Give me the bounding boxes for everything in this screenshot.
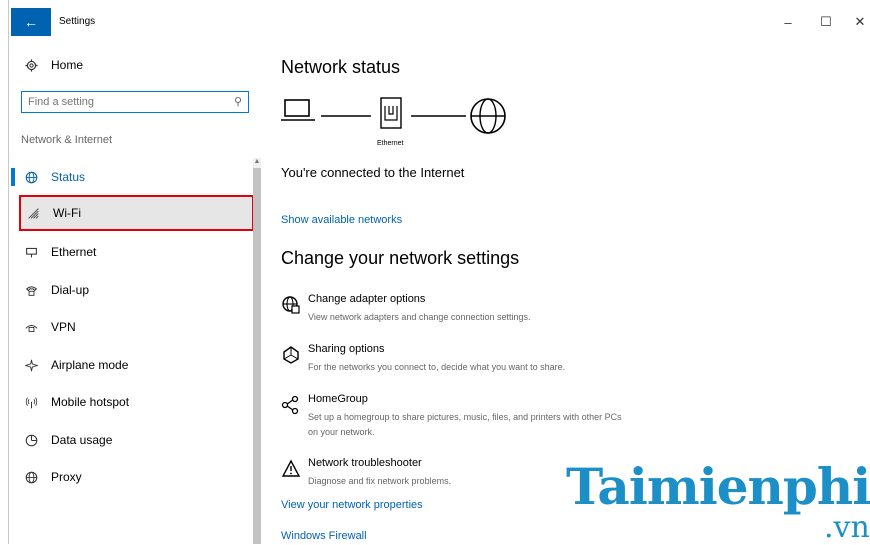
- section-label: Network & Internet: [21, 134, 113, 146]
- back-arrow-icon: ←: [24, 14, 38, 30]
- sidebar-item-label: Dial-up: [51, 283, 90, 297]
- ethernet-caption: Ethernet: [377, 140, 404, 147]
- ethernet-port-icon: [380, 97, 402, 129]
- sidebar-item-ethernet[interactable]: Ethernet: [19, 237, 254, 267]
- sidebar-item-label: Home: [51, 58, 84, 72]
- title-bar: ← Settings – ☐ ✕: [9, 0, 870, 44]
- windows-firewall-link[interactable]: Windows Firewall: [281, 530, 367, 542]
- option-title: Sharing options: [308, 343, 385, 355]
- sidebar-item-mobile-hotspot[interactable]: Mobile hotspot: [19, 387, 254, 417]
- network-status-heading: Network status: [281, 57, 401, 77]
- data-usage-icon: [23, 432, 39, 448]
- sidebar-item-airplane-mode[interactable]: Airplane mode: [19, 350, 254, 380]
- option-description: View network adapters and change connect…: [308, 312, 531, 322]
- watermark-suffix: .vn: [824, 510, 870, 545]
- sidebar-item-label: Proxy: [51, 470, 82, 484]
- sidebar-item-status[interactable]: Status: [19, 162, 254, 192]
- change-settings-heading: Change your network settings: [281, 248, 520, 268]
- sidebar-item-proxy[interactable]: Proxy: [19, 462, 254, 492]
- hotspot-icon: [23, 394, 39, 410]
- sharing-icon: [283, 346, 299, 364]
- search-box[interactable]: ⚲: [21, 91, 249, 113]
- sidebar-scrollbar[interactable]: ▲: [253, 158, 261, 544]
- sidebar-item-home[interactable]: Home: [19, 50, 254, 80]
- sidebar-item-wifi[interactable]: Wi-Fi: [19, 195, 254, 231]
- connection-status-text: You're connected to the Internet: [281, 165, 465, 180]
- vpn-icon: [23, 319, 39, 335]
- maximize-button[interactable]: ☐: [811, 10, 841, 34]
- ethernet-icon: [23, 244, 39, 260]
- dialup-icon: [23, 282, 39, 298]
- scroll-up-icon[interactable]: ▲: [253, 158, 261, 166]
- homegroup-icon: [281, 395, 299, 415]
- option-description: For the networks you connect to, decide …: [308, 362, 566, 372]
- show-available-networks-link[interactable]: Show available networks: [281, 214, 402, 226]
- warning-icon: [281, 459, 301, 477]
- active-indicator: [11, 168, 15, 186]
- minimize-button[interactable]: –: [773, 10, 803, 34]
- back-button[interactable]: ←: [11, 8, 51, 36]
- option-title: HomeGroup: [308, 393, 368, 405]
- window-title: Settings: [59, 16, 96, 27]
- sidebar-item-data-usage[interactable]: Data usage: [19, 425, 254, 455]
- sidebar-item-dialup[interactable]: Dial-up: [19, 275, 254, 305]
- status-globe-icon: [23, 169, 39, 185]
- sidebar-item-label: Airplane mode: [51, 358, 129, 372]
- sidebar-item-vpn[interactable]: VPN: [19, 312, 254, 342]
- gear-icon: [23, 57, 39, 73]
- view-network-properties-link[interactable]: View your network properties: [281, 499, 423, 511]
- network-diagram: [281, 97, 506, 134]
- search-input[interactable]: [22, 95, 220, 109]
- sidebar-item-label: VPN: [51, 320, 76, 334]
- sidebar-item-label: Status: [51, 170, 86, 184]
- sidebar-item-label: Ethernet: [51, 245, 97, 259]
- wifi-icon: [25, 205, 41, 221]
- option-title: Change adapter options: [308, 293, 426, 305]
- scroll-thumb[interactable]: [253, 168, 261, 544]
- sidebar-item-label: Mobile hotspot: [51, 395, 130, 409]
- close-button[interactable]: ✕: [845, 10, 870, 34]
- adapter-globe-icon: [282, 296, 300, 314]
- sidebar-item-label: Data usage: [51, 433, 113, 447]
- sidebar: Home ⚲ Network & Internet Status Wi-Fi E…: [9, 44, 271, 544]
- search-icon[interactable]: ⚲: [234, 95, 242, 108]
- internet-globe-icon: [470, 98, 506, 134]
- watermark-logo: Taimienphi: [566, 457, 870, 516]
- laptop-icon: [281, 99, 315, 121]
- option-title: Network troubleshooter: [308, 457, 422, 469]
- proxy-globe-icon: [23, 469, 39, 485]
- option-description: Set up a homegroup to share pictures, mu…: [308, 412, 622, 437]
- sidebar-item-label: Wi-Fi: [53, 206, 81, 220]
- airplane-icon: [23, 357, 39, 373]
